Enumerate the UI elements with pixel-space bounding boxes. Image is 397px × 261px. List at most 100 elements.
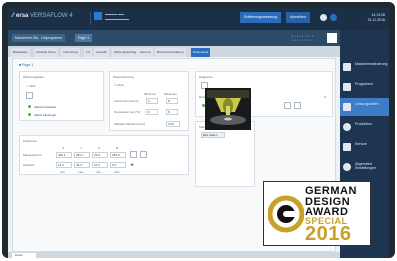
status-button[interactable]: Entfernungsmessung <box>240 12 282 23</box>
coords-panel: Positionen X Y Z R Messpunkt Ist 460.1 2… <box>19 135 189 175</box>
sidebar-item-production[interactable]: Produktion <box>340 118 389 136</box>
row3-field[interactable]: 0.00 <box>166 121 180 127</box>
tab-benutzer[interactable]: Benutzerverwaltung <box>155 48 186 57</box>
parameter-checkbox-label: Aktiv <box>117 83 124 87</box>
tab-vorheizung[interactable]: Vorheizung <box>61 48 81 57</box>
sidebar-item-service[interactable]: Service <box>340 138 389 156</box>
range-label-2: max <box>78 170 84 174</box>
footer-bar: Zurück <box>8 252 340 258</box>
tab-basisdaten[interactable]: Basisdaten <box>11 48 30 57</box>
offset-z-field[interactable]: 10.3 <box>92 162 108 168</box>
parameter-checkbox[interactable]: ☐ Aktiv <box>114 83 124 87</box>
top-bar: ⁄⁄ ersa VERSAFLOW 4 ▬▬▬▬ ▬▬ ▬▬▬▬▬▬▬▬ Entfe… <box>8 8 389 30</box>
award-emblem-icon <box>268 195 304 233</box>
dot-label-1: Aktives Fluxbeet <box>34 105 57 109</box>
divider <box>90 13 91 25</box>
tab-loetwelle[interactable]: Lötwelle <box>94 48 110 57</box>
status-dot <box>28 113 31 116</box>
tool-icon-button[interactable] <box>26 92 33 99</box>
tool-active-label: ✓ Aktiv <box>26 84 36 88</box>
user-icon[interactable] <box>94 12 102 20</box>
clock: 14:13:28 01.11.2016 <box>368 13 385 23</box>
service-icon <box>343 143 351 151</box>
diagram-panel-title: Diagramm <box>199 75 213 79</box>
user-info: ▬▬▬▬ ▬▬ ▬▬▬▬▬▬▬▬ <box>105 12 129 21</box>
pointer-icon[interactable]: ☚ <box>130 162 134 167</box>
award-year: 2016 <box>305 223 352 245</box>
program-icon <box>343 83 351 91</box>
apply-icon-button[interactable] <box>130 151 137 158</box>
coord-x-field[interactable]: 460.1 <box>56 152 72 158</box>
sidebar-item-label: Leistungsdaten <box>355 102 379 106</box>
hold-image-button[interactable]: Bild Halten <box>201 132 225 138</box>
clock-date: 01.11.2016 <box>367 18 385 22</box>
row1-max-field[interactable]: 8 <box>166 98 178 104</box>
coord-header-y: Y <box>80 146 83 150</box>
range-label-4: max <box>114 170 120 174</box>
sidebar-item-label: Service <box>355 142 367 146</box>
app-title: ersa <box>16 13 29 19</box>
delete-icon-button[interactable] <box>294 102 301 109</box>
tool-panel: Werkzeugdaten ✓ Aktiv Aktives Fluxbeet A… <box>19 71 104 121</box>
tab-kamera[interactable]: Kamera <box>138 48 153 57</box>
app-logo: ⁄⁄ ersa VERSAFLOW 4 <box>12 13 73 19</box>
bell-icon[interactable] <box>320 14 327 21</box>
production-icon <box>343 123 351 131</box>
page-stepper[interactable]: ▪▫▪▫▪▫▪▫▪ ▫▪▫▪▫▪▫▪▫ <box>292 34 314 42</box>
camera-feed <box>205 88 251 130</box>
row2-min-field[interactable]: 0 <box>146 109 158 115</box>
sidebar-item-programs[interactable]: Programme <box>340 78 389 96</box>
offset-r-field[interactable]: 0.3 <box>110 162 126 168</box>
sidebar-item-settings[interactable]: Allgemeine Einstellungen <box>340 158 389 180</box>
parameter-panel-title: Parametrierung <box>113 75 134 79</box>
toolbar-button-program[interactable]: Lötprogramm <box>38 34 65 42</box>
coord-header-x: X <box>62 146 65 150</box>
row2-max-field[interactable]: 8 <box>166 109 178 115</box>
tab-wartung[interactable]: Wartungsauftrag <box>112 48 139 57</box>
sidebar-item-performance[interactable]: Leistungsdaten <box>340 98 389 116</box>
parameter-panel: Parametrierung ☐ Aktiv Minimum Maximum L… <box>109 71 189 131</box>
coord-z-field[interactable]: 23.8 <box>92 152 108 158</box>
menu-button[interactable] <box>327 33 337 43</box>
offset-x-field[interactable]: 12.4 <box>56 162 72 168</box>
logo-glyph-icon: ⁄⁄ <box>12 13 15 19</box>
range-label-3: min <box>96 170 101 174</box>
row3-label: Hilfswert-Abstand [mm] <box>114 122 146 126</box>
solder-highlight <box>224 117 232 121</box>
german-design-award-badge: GERMAN DESIGN AWARD SPECIAL 2016 <box>263 181 371 246</box>
toolbar-button-page[interactable]: Page 1 <box>75 34 93 42</box>
tab-bar: Basisdaten Lötstelle Fluxer Vorheizung L… <box>8 46 340 57</box>
app-subtitle: VERSAFLOW 4 <box>30 13 73 19</box>
edit-icon-button[interactable] <box>284 102 291 109</box>
tool-active-text: Aktiv <box>29 84 36 88</box>
user-button[interactable]: Anmelden <box>286 12 310 23</box>
toolbar: Maschinen-Status Lötprogramm Page 1 ▪▫▪▫… <box>8 30 340 46</box>
coord-row1-label: Messpunkt Ist <box>23 153 42 157</box>
lock-icon[interactable] <box>330 14 337 21</box>
row1-label: Lötzeit Prozess [s] <box>114 99 139 103</box>
coord-r-field[interactable]: 250.8 <box>110 152 126 158</box>
target-icon-button[interactable] <box>140 151 147 158</box>
sidebar-item-label: Produktion <box>355 122 372 126</box>
close-icon[interactable]: ✕ <box>324 95 327 99</box>
row2-label: Temperatur Lot [°C] <box>114 110 141 114</box>
status-dot <box>28 105 31 108</box>
machine-icon <box>343 63 351 71</box>
offset-y-field[interactable]: 46.4 <box>74 162 90 168</box>
sidebar-item-label: Programme <box>355 82 374 86</box>
tab-lot[interactable]: Lot <box>84 48 93 57</box>
tab-fluxer[interactable]: Lötstelle Fluxer <box>34 48 59 57</box>
coord-y-field[interactable]: 281.7 <box>74 152 90 158</box>
coord-row2-label: Abstand <box>23 163 35 167</box>
sidebar-item-label: Allgemeine Einstellungen <box>355 162 377 170</box>
settings-icon <box>343 163 351 171</box>
tool-panel-title: Werkzeugdaten <box>23 75 44 79</box>
back-button[interactable]: Zurück <box>12 253 36 258</box>
wave-icon <box>343 103 351 111</box>
tab-dokumente[interactable]: Dokumente <box>191 48 211 57</box>
dot-label-2: Aktive Fluxtiegel <box>34 113 56 117</box>
coord-header-r: R <box>116 146 119 150</box>
coord-header-z: Z <box>98 146 100 150</box>
row1-min-field[interactable]: 0 <box>146 98 158 104</box>
sidebar-item-machine[interactable]: Maschinensteuerung <box>340 58 389 76</box>
